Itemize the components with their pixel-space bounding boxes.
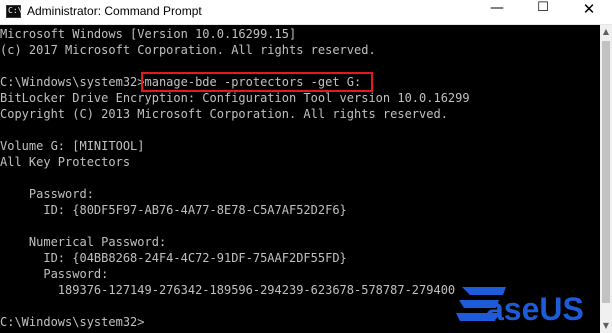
console-line: Copyright (C) 2013 Microsoft Corporation…: [0, 107, 448, 121]
console-line: Numerical Password:: [0, 235, 167, 249]
maximize-button[interactable]: ☐: [520, 0, 566, 24]
cmd-icon-text: C:\: [8, 6, 23, 15]
svg-text:aseUS: aseUS: [486, 291, 584, 327]
scroll-up-arrow-icon[interactable]: ▲: [600, 25, 612, 39]
console-prompt[interactable]: C:\Windows\system32>: [0, 315, 145, 329]
command-highlight-box: [141, 72, 373, 92]
scrollbar-thumb[interactable]: [602, 41, 610, 303]
minimize-button[interactable]: —: [474, 0, 520, 24]
console-line: Password:: [0, 267, 109, 281]
easeus-logo: aseUS: [456, 287, 584, 327]
console-line: ID: {04BB8268-24F4-4C72-91DF-75AAF2DF55F…: [0, 251, 347, 265]
console-line: All Key Protectors: [0, 155, 131, 169]
console-line: 189376-127149-276342-189596-294239-62367…: [0, 283, 456, 297]
window-title: Administrator: Command Prompt: [27, 4, 202, 18]
console-line: Microsoft Windows [Version 10.0.16299.15…: [0, 27, 297, 41]
console-line: (c) 2017 Microsoft Corporation. All righ…: [0, 43, 376, 57]
console-line: Volume G: [MINITOOL]: [0, 139, 145, 153]
title-bar[interactable]: C:\ Administrator: Command Prompt — ☐ ✕: [0, 0, 612, 25]
command-prompt-window: C:\ Administrator: Command Prompt — ☐ ✕ …: [0, 0, 612, 333]
console-line: ID: {80DF5F97-AB76-4A77-8E78-C5A7AF52D2F…: [0, 203, 347, 217]
console-line: BitLocker Drive Encryption: Configuratio…: [0, 91, 470, 105]
console-line: Password:: [0, 187, 94, 201]
cmd-icon: C:\: [6, 5, 23, 18]
close-button[interactable]: ✕: [566, 0, 612, 24]
